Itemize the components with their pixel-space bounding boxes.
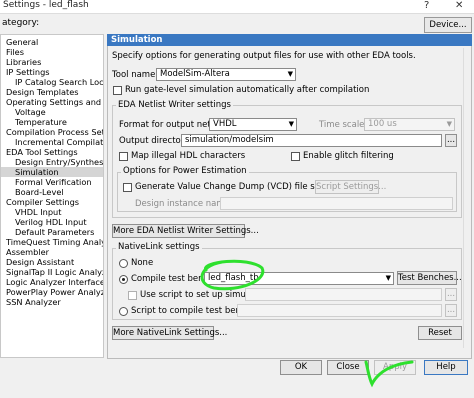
none-radio[interactable] (119, 259, 128, 268)
tree-item-design-entry[interactable]: Design Entry/Synthesis (15, 157, 103, 167)
title-bar: Settings - led_flash ? ✕ (0, 0, 474, 14)
time-scale-select[interactable]: 100 us ▼ (364, 118, 455, 131)
tree-item-ip-settings[interactable]: IP Settings (6, 67, 50, 77)
tree-item-powerplay[interactable]: PowerPlay Power Analyzer (6, 287, 103, 297)
tool-name-label: Tool name: (112, 70, 159, 80)
close-icon[interactable]: ✕ (455, 0, 463, 11)
map-illegal-checkbox[interactable] (119, 152, 128, 161)
script-compile-label: Script to compile test bench: (131, 306, 254, 316)
use-script-checkbox[interactable] (128, 291, 137, 300)
enable-glitch-label: Enable glitch filtering (303, 151, 394, 161)
tree-item-operating-settings[interactable]: Operating Settings and Cor (6, 97, 103, 107)
output-directory-browse-button[interactable]: ... (445, 134, 457, 147)
script-settings-button[interactable]: Script Settings... (315, 180, 386, 194)
design-instance-input[interactable] (220, 197, 453, 210)
tree-item-ssn-analyzer[interactable]: SSN Analyzer (6, 297, 61, 307)
tree-item-design-assistant[interactable]: Design Assistant (6, 257, 74, 267)
tool-name-value: ModelSim-Altera (160, 69, 230, 79)
tree-item-signaltap[interactable]: SignalTap II Logic Analyze (6, 267, 103, 277)
help-icon[interactable]: ? (424, 0, 429, 11)
more-nativelink-settings-button[interactable]: More NativeLink Settings... (112, 326, 227, 340)
eda-netlist-group-title: EDA Netlist Writer settings (116, 100, 233, 110)
design-instance-label: Design instance name: (135, 199, 233, 209)
format-select[interactable]: VHDL ▼ (209, 118, 297, 131)
category-tree[interactable]: General Files Libraries IP Settings IP C… (0, 34, 104, 358)
tree-item-incremental-compilation[interactable]: Incremental Compilation (15, 137, 103, 147)
power-estimation-group-title: Options for Power Estimation (121, 166, 249, 176)
tree-item-general[interactable]: General (6, 37, 38, 47)
close-button[interactable]: Close (327, 360, 369, 375)
panel-description: Specify options for generating output fi… (112, 51, 416, 61)
tree-item-compilation-process[interactable]: Compilation Process Settin (6, 127, 103, 137)
tree-item-files[interactable]: Files (6, 47, 24, 57)
time-scale-label: Time scale: (319, 120, 368, 130)
ok-button[interactable]: OK (280, 360, 322, 375)
tree-item-compiler-settings[interactable]: Compiler Settings (6, 197, 79, 207)
tree-item-timequest[interactable]: TimeQuest Timing Analyze (6, 237, 103, 247)
script-compile-radio[interactable] (119, 307, 128, 316)
panel-scrollbar[interactable] (463, 48, 471, 348)
help-button[interactable]: Help (424, 360, 468, 375)
tree-item-vhdl-input[interactable]: VHDL Input (15, 207, 61, 217)
chevron-down-icon: ▼ (446, 120, 452, 128)
compile-test-bench-value: led_flash_tb (208, 273, 259, 283)
nativelink-group-title: NativeLink settings (116, 242, 202, 252)
vcd-script-checkbox[interactable] (123, 183, 132, 192)
run-gate-level-checkbox[interactable] (113, 86, 122, 95)
run-gate-level-label: Run gate-level simulation automatically … (125, 85, 370, 95)
tree-item-design-templates[interactable]: Design Templates (6, 87, 79, 97)
chevron-down-icon: ▼ (385, 274, 391, 282)
compile-test-bench-select[interactable]: led_flash_tb ▼ (204, 272, 394, 285)
test-benches-button[interactable]: Test Benches... (397, 271, 462, 285)
device-button[interactable]: Device... (424, 17, 472, 33)
category-label: ategory: (2, 18, 40, 28)
vcd-script-label: Generate Value Change Dump (VCD) file sc… (135, 182, 334, 192)
time-scale-value: 100 us (368, 119, 397, 129)
tree-item-board-level[interactable]: Board-Level (15, 187, 64, 197)
tree-item-libraries[interactable]: Libraries (6, 57, 41, 67)
script-compile-input[interactable] (237, 304, 442, 317)
panel-title: Simulation (107, 34, 472, 46)
use-script-input[interactable] (245, 288, 442, 301)
none-radio-label: None (131, 258, 154, 268)
window-title: Settings - led_flash (3, 0, 89, 10)
compile-test-bench-radio[interactable] (119, 275, 128, 284)
tree-item-eda-tool-settings[interactable]: EDA Tool Settings (6, 147, 78, 157)
map-illegal-label: Map illegal HDL characters (131, 151, 246, 161)
tree-item-verilog-input[interactable]: Verilog HDL Input (15, 217, 87, 227)
chevron-down-icon: ▼ (287, 70, 293, 78)
tool-name-select[interactable]: ModelSim-Altera ▼ (156, 68, 296, 81)
tree-item-default-parameters[interactable]: Default Parameters (15, 227, 94, 237)
tree-item-voltage[interactable]: Voltage (15, 107, 46, 117)
tree-item-assembler[interactable]: Assembler (6, 247, 49, 257)
script-compile-browse-button[interactable]: ... (445, 304, 457, 317)
more-eda-netlist-settings-button[interactable]: More EDA Netlist Writer Settings... (112, 224, 259, 238)
output-directory-input[interactable]: simulation/modelsim (181, 134, 442, 147)
reset-button[interactable]: Reset (418, 326, 462, 340)
tree-item-logic-analyzer-interface[interactable]: Logic Analyzer Interface (6, 277, 103, 287)
format-value: VHDL (213, 119, 237, 129)
enable-glitch-checkbox[interactable] (291, 152, 300, 161)
tree-item-temperature[interactable]: Temperature (15, 117, 67, 127)
chevron-down-icon: ▼ (288, 120, 294, 128)
use-script-browse-button[interactable]: ... (445, 288, 457, 301)
apply-button[interactable]: Apply (374, 360, 416, 375)
tree-item-formal-verification[interactable]: Formal Verification (15, 177, 92, 187)
tree-item-simulation[interactable]: Simulation (1, 167, 103, 177)
tree-item-ip-catalog-search[interactable]: IP Catalog Search Loca (15, 77, 103, 87)
